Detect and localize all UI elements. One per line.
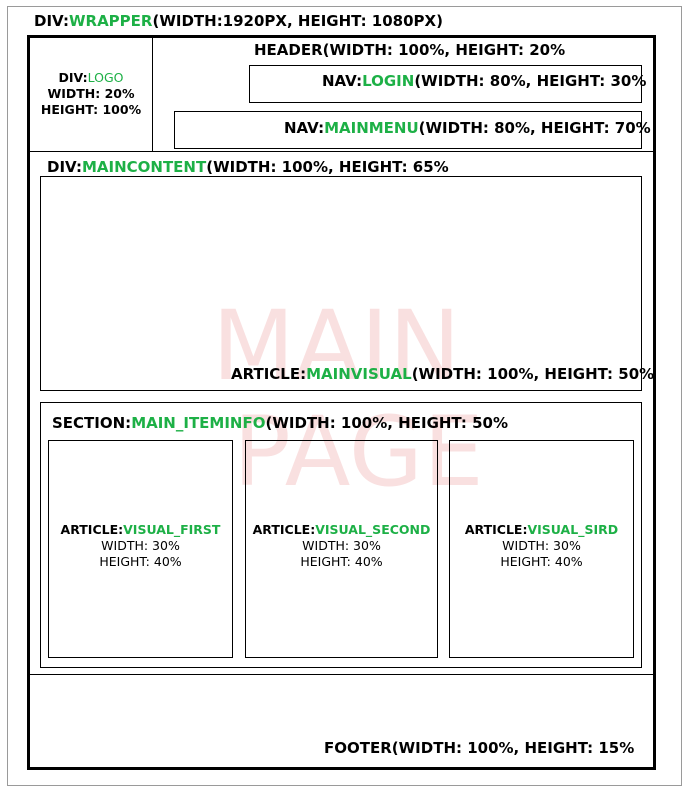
nav-mainmenu-label: NAV:MAINMENU(WIDTH: 80%, HEIGHT: 70% xyxy=(284,119,651,137)
iteminfo-label: SECTION:MAIN_ITEMINFO(WIDTH: 100%, HEIGH… xyxy=(52,414,508,432)
article-label: ARTICLE:VISUAL_SECOND WIDTH: 30% HEIGHT:… xyxy=(252,522,431,569)
logo-label: DIV:LOGO WIDTH: 20% HEIGHT: 100% xyxy=(40,70,142,117)
wrapper-label: DIV:WRAPPER(WIDTH:1920PX, HEIGHT: 1080PX… xyxy=(34,12,443,30)
logo-divider xyxy=(152,37,153,151)
article-label: ARTICLE:VISUAL_FIRST WIDTH: 30% HEIGHT: … xyxy=(60,522,221,569)
article-label: ARTICLE:VISUAL_SIRD WIDTH: 30% HEIGHT: 4… xyxy=(464,522,619,569)
footer-label: FOOTER(WIDTH: 100%, HEIGHT: 15% xyxy=(324,739,635,757)
header-label: HEADER(WIDTH: 100%, HEIGHT: 20% xyxy=(254,41,566,59)
header-bottom-line xyxy=(29,151,654,152)
footer-top-line xyxy=(29,674,654,675)
maincontent-label: DIV:MAINCONTENT(WIDTH: 100%, HEIGHT: 65% xyxy=(47,158,449,176)
nav-login-label: NAV:LOGIN(WIDTH: 80%, HEIGHT: 30% xyxy=(322,72,647,90)
mainvisual-box xyxy=(40,176,642,391)
mainvisual-label: ARTICLE:MAINVISUAL(WIDTH: 100%, HEIGHT: … xyxy=(231,365,655,383)
